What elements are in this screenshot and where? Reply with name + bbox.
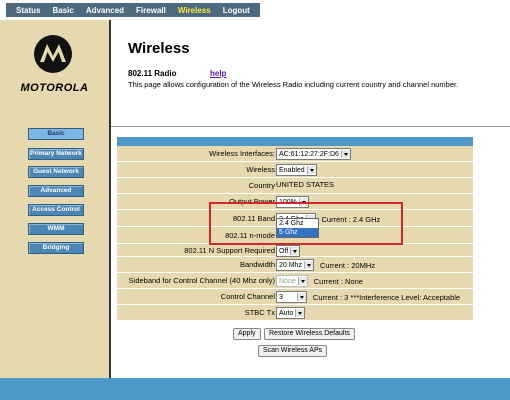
bottom-bar (0, 378, 510, 400)
country-value: UNITED STATES (276, 180, 335, 189)
sidebar-item-advanced[interactable]: Advanced (28, 185, 84, 197)
chevron-down-icon (296, 293, 306, 301)
row-wireless: Wireless Enabled (117, 162, 473, 178)
top-navigation: Status Basic Advanced Firewall Wireless … (0, 0, 510, 20)
tab-logout[interactable]: Logout (217, 6, 256, 15)
sidebar-item-guest-network[interactable]: Guest Network (28, 166, 84, 178)
select-wireless-enabled[interactable]: Enabled (276, 164, 317, 176)
sideband-current: Current : None (313, 276, 363, 286)
select-value: AC:61:12:27:2F:D6 (279, 150, 339, 158)
sidebar-item-wmm[interactable]: WMM (28, 223, 84, 235)
select-bandwidth[interactable]: 20 Mhz (276, 259, 314, 271)
select-value: Off (279, 247, 289, 255)
tab-advanced[interactable]: Advanced (80, 6, 130, 15)
chevron-down-icon (303, 261, 313, 269)
select-wireless-interface[interactable]: AC:61:12:27:2F:D6 (276, 148, 351, 160)
sidebar-item-access-control[interactable]: Access Control (28, 204, 84, 216)
row-wireless-interfaces: Wireless Interfaces: AC:61:12:27:2F:D6 (117, 146, 473, 162)
sidebar-item-bridging[interactable]: Bridging (28, 242, 84, 254)
form-header-bar (117, 137, 473, 146)
tab-status[interactable]: Status (10, 6, 46, 15)
chevron-down-icon (306, 166, 316, 174)
select-value: Enabled (279, 166, 305, 174)
label-wireless: Wireless (246, 165, 275, 174)
label-control-channel: Control Channel (220, 292, 275, 301)
tab-firewall[interactable]: Firewall (130, 6, 172, 15)
select-value: 3 (279, 293, 283, 301)
row-n-support: 802.11 N Support Required Off (117, 244, 473, 257)
left-panel: MOTOROLA Basic Primary Network Guest Net… (0, 20, 111, 378)
chevron-down-icon (340, 150, 350, 158)
page-description: This page allows configuration of the Wi… (128, 80, 459, 89)
select-stbc-tx[interactable]: Auto (276, 307, 306, 319)
select-value: Auto (279, 309, 294, 317)
label-wireless-interfaces: Wireless Interfaces: (209, 149, 275, 158)
label-sideband: Sideband for Control Channel (40 Mhz onl… (128, 276, 275, 285)
apply-button[interactable]: Apply (233, 328, 261, 340)
chevron-down-icon (297, 277, 307, 285)
label-n-support: 802.11 N Support Required (184, 246, 275, 255)
brand-logo-text: MOTOROLA (20, 82, 89, 94)
section-subtitle: 802.11 Radio (128, 69, 177, 78)
select-control-channel[interactable]: 3 (276, 291, 307, 303)
restore-defaults-button[interactable]: Restore Wireless Defaults (264, 328, 355, 340)
channel-current: Current : 3 ***Interference Level: Accep… (312, 292, 461, 302)
tab-basic[interactable]: Basic (46, 6, 79, 15)
page-title: Wireless (128, 40, 190, 57)
label-bandwidth: Bandwidth (239, 260, 275, 269)
top-nav-bar: Status Basic Advanced Firewall Wireless … (6, 3, 260, 17)
tab-wireless[interactable]: Wireless (172, 6, 217, 15)
row-control-channel: Control Channel 3 Current : 3 ***Interfer… (117, 289, 473, 305)
sidebar-item-primary-network[interactable]: Primary Network (28, 148, 84, 160)
row-country: Country UNITED STATES (117, 178, 473, 194)
select-sideband[interactable]: None (276, 275, 308, 287)
row-sideband: Sideband for Control Channel (40 Mhz onl… (117, 273, 473, 289)
row-stbc-tx: STBC Tx Auto (117, 305, 473, 321)
select-value: None (279, 277, 296, 285)
label-country: Country (248, 181, 275, 190)
help-link[interactable]: help (210, 69, 226, 78)
chevron-down-icon (290, 247, 300, 255)
select-n-support[interactable]: Off (276, 245, 301, 257)
motorola-logo-icon (34, 35, 72, 73)
chevron-down-icon (295, 309, 305, 317)
main-content: Wireless 802.11 Radio help This page all… (111, 20, 510, 378)
sidebar-item-basic[interactable]: Basic (28, 128, 84, 140)
divider (111, 126, 510, 127)
highlight-box (209, 202, 403, 245)
row-bandwidth: Bandwidth 20 Mhz Current : 20MHz (117, 257, 473, 273)
label-stbc-tx: STBC Tx (244, 308, 275, 317)
scan-aps-button[interactable]: Scan Wireless APs (258, 345, 328, 357)
select-value: 20 Mhz (279, 261, 302, 269)
bandwidth-current: Current : 20MHz (319, 260, 375, 270)
